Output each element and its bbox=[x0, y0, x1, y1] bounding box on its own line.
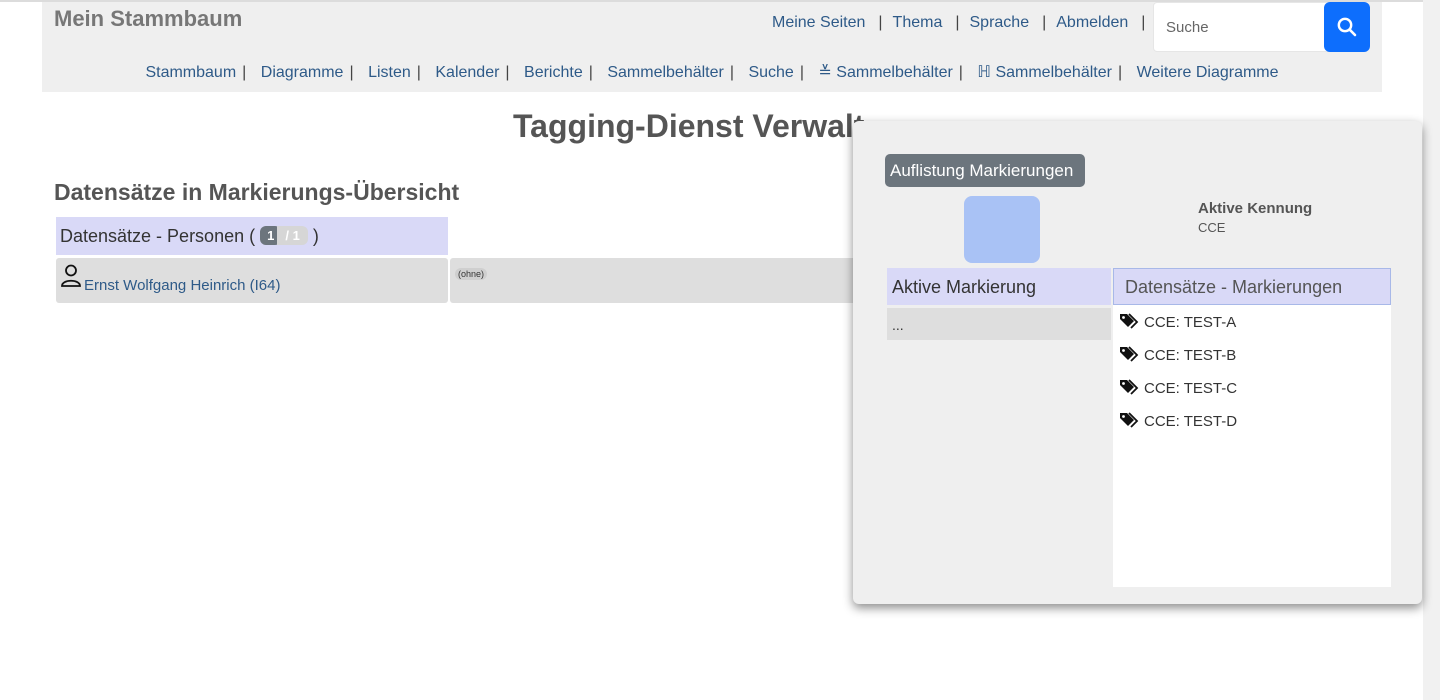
tag-icon bbox=[1120, 313, 1139, 329]
nav-diagramme[interactable]: Diagramme bbox=[261, 64, 344, 81]
list-item[interactable]: CCE: TEST-B bbox=[1119, 343, 1236, 367]
persons-label-suffix: ) bbox=[312, 226, 319, 246]
tag-icon bbox=[1120, 379, 1139, 395]
person-icon bbox=[61, 264, 81, 287]
search-input[interactable]: Suche bbox=[1153, 2, 1329, 52]
menu-meine-seiten[interactable]: Meine Seiten bbox=[772, 14, 865, 32]
separator: | bbox=[588, 64, 593, 81]
active-id-value: CCE bbox=[1198, 220, 1226, 235]
table-row: Ernst Wolfgang Heinrich (I64) bbox=[56, 258, 448, 303]
persons-total-badge: / 1 bbox=[277, 226, 308, 245]
person-tags-cell: (ohne) bbox=[450, 258, 870, 303]
main-menu: Stammbaum | Diagramme | Listen | Kalender | … bbox=[42, 62, 1382, 82]
nav-kalender[interactable]: Kalender bbox=[435, 64, 499, 81]
nav-sammelbehaelter-3[interactable]: ℍ Sammelbehälter bbox=[977, 64, 1112, 81]
tag-panel: Auflistung Markierungen Aktive Kennung C… bbox=[853, 121, 1422, 604]
tag-label: CCE: TEST-B bbox=[1144, 346, 1237, 364]
tag-label: CCE: TEST-A bbox=[1144, 313, 1237, 331]
site-title[interactable]: Mein Stammbaum bbox=[54, 6, 242, 32]
search-icon bbox=[1337, 17, 1357, 37]
list-item[interactable]: CCE: TEST-D bbox=[1119, 409, 1237, 433]
nav-stammbaum[interactable]: Stammbaum bbox=[145, 64, 236, 81]
separator: | bbox=[505, 64, 510, 81]
tag-label: CCE: TEST-C bbox=[1144, 379, 1238, 397]
person-link[interactable]: Ernst Wolfgang Heinrich (I64) bbox=[84, 277, 280, 294]
separator: | bbox=[349, 64, 354, 81]
list-tags-button[interactable]: Auflistung Markierungen bbox=[885, 154, 1085, 187]
nav-suche[interactable]: Suche bbox=[748, 64, 793, 81]
active-id-label: Aktive Kennung bbox=[1198, 200, 1313, 217]
list-item[interactable]: CCE: TEST-A bbox=[1119, 310, 1236, 334]
separator: | bbox=[878, 14, 883, 31]
records-tags-header: Datensätze - Markierungen bbox=[1113, 268, 1391, 305]
tag-icon bbox=[1120, 412, 1139, 428]
top-menu: Meine Seiten | Thema | Sprache | Abmelde… bbox=[772, 14, 1155, 32]
tag-icon bbox=[1120, 346, 1139, 362]
section-title: Datensätze in Markierungs-Übersicht bbox=[54, 179, 460, 205]
tag-color-swatch[interactable] bbox=[964, 196, 1040, 263]
separator: | bbox=[242, 64, 247, 81]
tag-label: CCE: TEST-D bbox=[1144, 412, 1238, 430]
nav-weitere-diagramme[interactable]: Weitere Diagramme bbox=[1137, 64, 1279, 81]
separator: | bbox=[1141, 14, 1146, 31]
active-tag-value[interactable]: ... bbox=[887, 308, 1111, 340]
separator: | bbox=[729, 64, 734, 81]
nav-berichte[interactable]: Berichte bbox=[524, 64, 583, 81]
nav-sammelbehaelter-2[interactable]: ≚ Sammelbehälter bbox=[818, 64, 952, 81]
active-tag-header: Aktive Markierung bbox=[887, 268, 1111, 305]
separator: | bbox=[799, 64, 804, 81]
search-button[interactable] bbox=[1324, 2, 1370, 52]
page-title: Tagging-Dienst Verwalt bbox=[513, 108, 865, 144]
menu-sprache[interactable]: Sprache bbox=[970, 14, 1030, 32]
separator: | bbox=[1117, 64, 1123, 81]
nav-listen[interactable]: Listen bbox=[368, 64, 411, 81]
menu-abmelden[interactable]: Abmelden bbox=[1056, 14, 1128, 32]
list-item[interactable]: CCE: TEST-C bbox=[1119, 376, 1237, 400]
menu-thema[interactable]: Thema bbox=[893, 14, 943, 32]
header: Mein Stammbaum Meine Seiten | Thema | Sp… bbox=[42, 2, 1382, 92]
separator: | bbox=[958, 64, 963, 81]
records-tags-list: CCE: TEST-A CCE: TEST-B CCE: TEST-C CCE:… bbox=[1113, 305, 1391, 587]
persons-table-header: Datensätze - Personen ( 1/ 1 ) bbox=[56, 217, 448, 255]
nav-sammelbehaelter[interactable]: Sammelbehälter bbox=[607, 64, 724, 81]
separator: | bbox=[416, 64, 421, 81]
separator: | bbox=[1042, 14, 1047, 31]
no-tags-badge: (ohne) bbox=[455, 268, 488, 280]
persons-label-prefix: Datensätze - Personen ( bbox=[60, 226, 256, 246]
separator: | bbox=[955, 14, 960, 31]
scrollbar[interactable] bbox=[1423, 0, 1440, 700]
